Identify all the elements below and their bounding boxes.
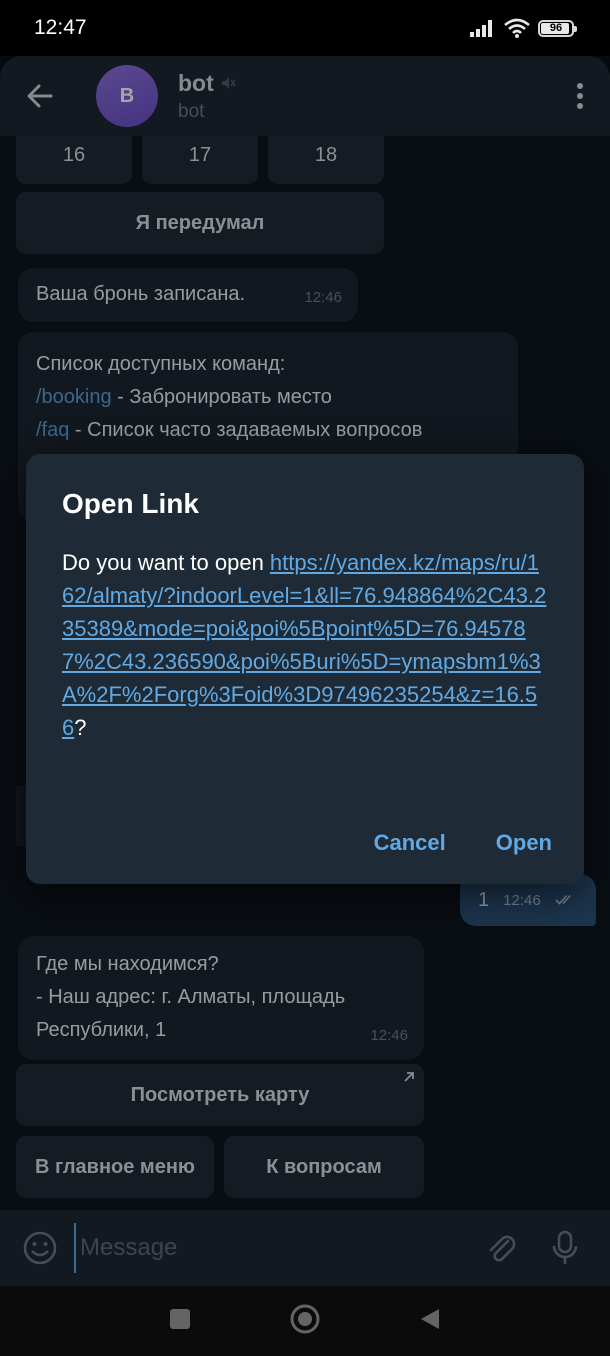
message-text: Ваша бронь записана. (36, 283, 246, 305)
message-input[interactable] (74, 1223, 462, 1273)
command-link-booking[interactable]: /booking (36, 386, 112, 408)
attach-button[interactable] (476, 1223, 526, 1273)
chat-subtitle: bot (178, 100, 205, 122)
chat-info[interactable]: bot bot (178, 70, 550, 123)
command-row: /faq - Список часто задаваемых вопросов (36, 414, 500, 447)
cancel-button[interactable]: Cancel (374, 826, 446, 860)
chat-title: bot (178, 69, 214, 96)
double-check-icon (554, 894, 571, 905)
arrow-left-icon (27, 84, 53, 108)
open-external-icon (404, 1072, 414, 1082)
keyboard-button-questions[interactable]: К вопросам (224, 1136, 424, 1198)
battery-level: 96 (549, 22, 563, 34)
keyboard-button-18[interactable]: 18 (268, 136, 384, 184)
status-icons: 96 (470, 18, 577, 38)
status-time: 12:47 (34, 16, 87, 39)
more-vertical-icon (577, 83, 583, 109)
system-nav-bar (0, 1286, 610, 1356)
avatar-letter: B (119, 84, 135, 107)
wifi-icon (504, 18, 530, 38)
square-icon (170, 1308, 190, 1329)
recents-button[interactable] (169, 1308, 191, 1335)
avatar[interactable]: B (96, 65, 158, 127)
dialog-prompt: Do you want to open (62, 550, 270, 575)
dialog-title: Open Link (62, 488, 199, 519)
location-line: Республики, 1 (36, 1019, 167, 1041)
signal-icon (470, 20, 492, 37)
commands-title: Список доступных команд: (36, 353, 286, 375)
message-time: 12:46 (503, 891, 541, 909)
keyboard-button-map[interactable]: Посмотреть карту (16, 1064, 424, 1126)
command-desc: - Забронировать место (111, 386, 332, 408)
muted-icon (221, 77, 236, 89)
message-time: 12:46 (370, 1027, 408, 1044)
open-link-dialog: Open Link Do you want to open https://ya… (26, 454, 584, 884)
message-location[interactable]: Где мы находимся? - Наш адрес: г. Алматы… (18, 936, 424, 1060)
keyboard-button-16[interactable]: 16 (16, 136, 132, 184)
message-time: 12:46 (304, 289, 342, 306)
command-link-faq[interactable]: /faq (36, 419, 69, 441)
keyboard-button-main-menu[interactable]: В главное меню (16, 1136, 214, 1198)
location-line: Где мы находимся? (36, 953, 219, 975)
paperclip-icon (489, 1235, 516, 1262)
voice-record-button[interactable] (540, 1223, 590, 1273)
open-button[interactable]: Open (496, 826, 552, 860)
command-desc: - Список часто задаваемых вопросов (69, 419, 423, 441)
map-button-label: Посмотреть карту (130, 1083, 310, 1106)
status-bar: 12:47 96 (0, 0, 610, 56)
triangle-back-icon (421, 1308, 439, 1329)
emoji-button[interactable] (20, 1228, 60, 1268)
back-button[interactable] (0, 56, 80, 136)
dialog-actions: Cancel Open (374, 826, 552, 860)
message-text: 1 (478, 888, 490, 911)
smiley-icon (23, 1231, 57, 1265)
microphone-icon (552, 1230, 578, 1264)
home-button[interactable] (289, 1303, 321, 1340)
keyboard-button-17[interactable]: 17 (142, 136, 258, 184)
dialog-suffix: ? (74, 715, 87, 740)
circle-icon (290, 1304, 320, 1333)
location-line: - Наш адрес: г. Алматы, площадь (36, 986, 346, 1008)
back-nav-button[interactable] (419, 1307, 441, 1336)
message-composer (0, 1210, 610, 1286)
command-row: /booking - Забронировать место (36, 381, 500, 414)
chat-header: B bot bot (0, 56, 610, 136)
message-booking-saved[interactable]: Ваша бронь записана. 12:46 (18, 268, 358, 322)
dialog-url-link[interactable]: https://yandex.kz/maps/ru/162/almaty/?in… (62, 550, 546, 740)
more-menu-button[interactable] (550, 56, 610, 136)
keyboard-button-cancel[interactable]: Я передумал (16, 192, 384, 254)
dialog-message: Do you want to open https://yandex.kz/ma… (62, 546, 548, 744)
battery-icon: 96 (538, 19, 577, 37)
